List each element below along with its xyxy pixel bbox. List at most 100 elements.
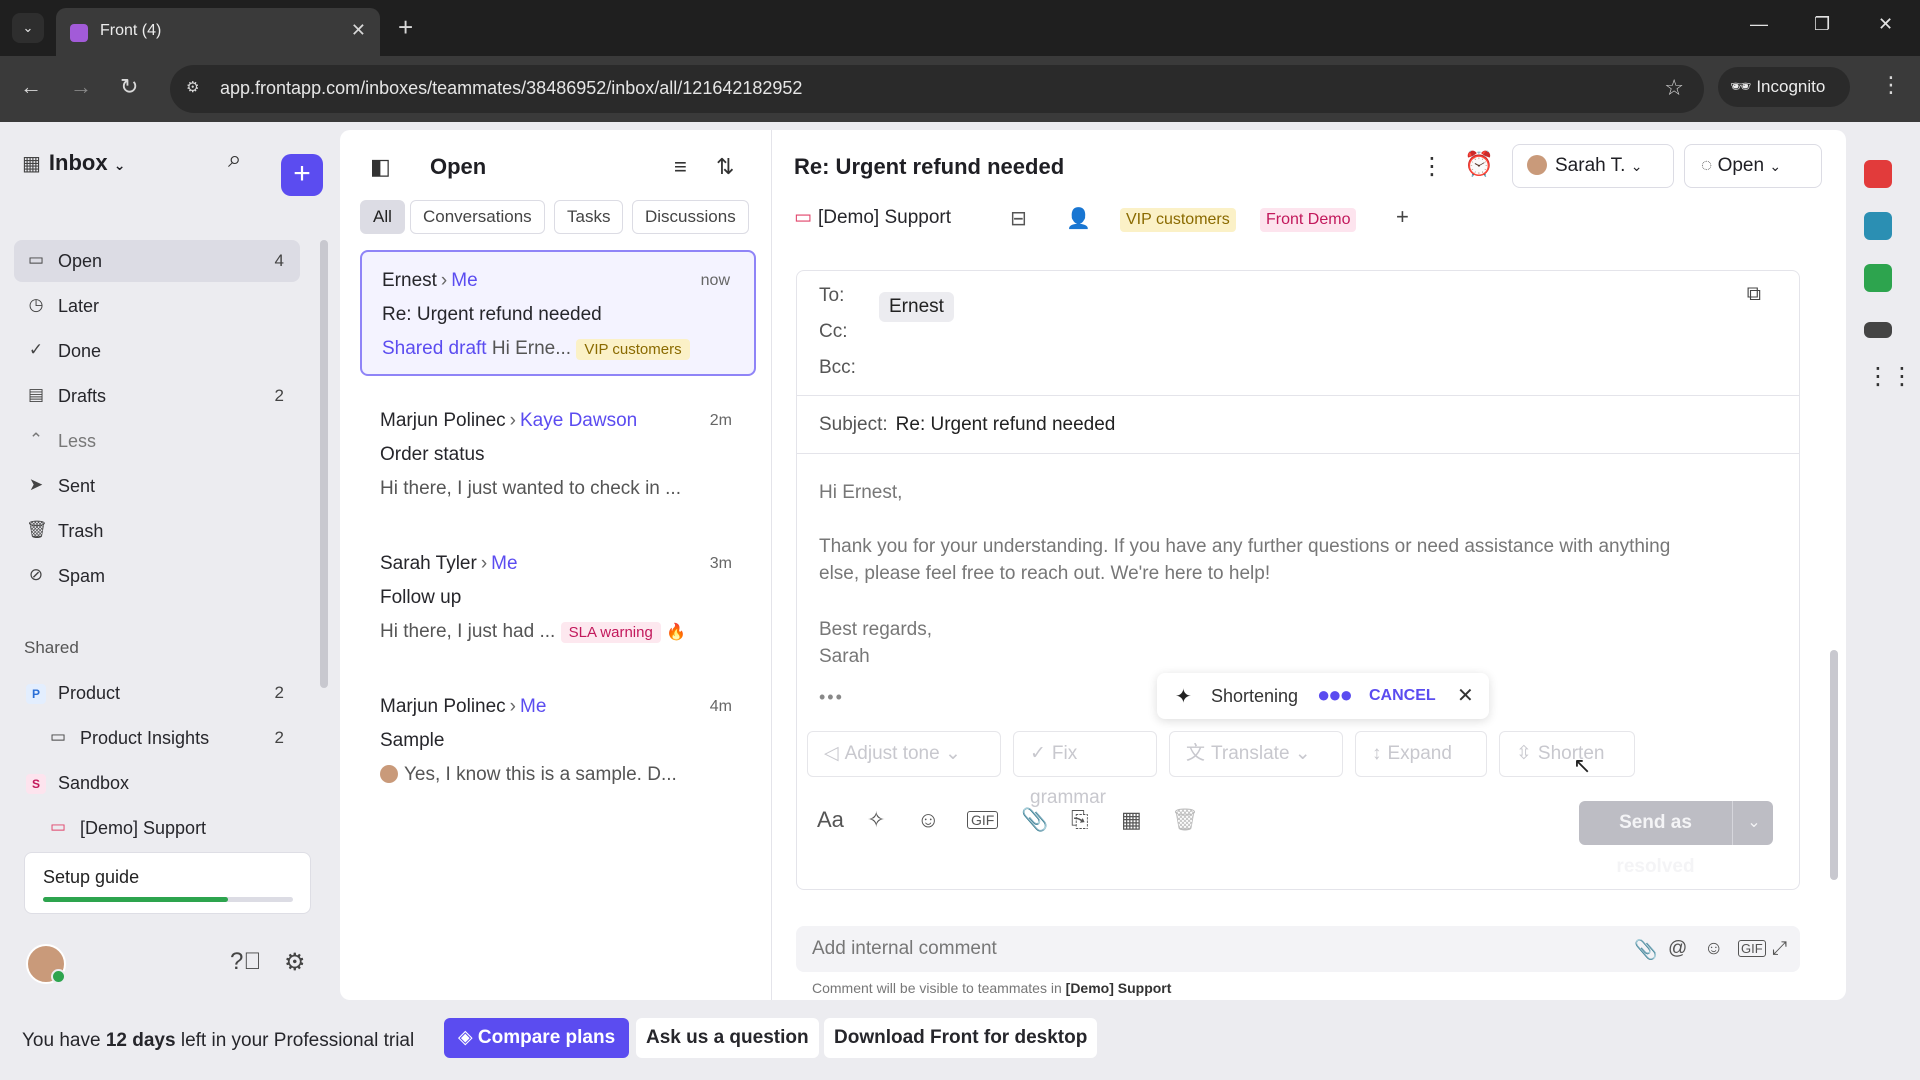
sort-icon[interactable]: ⇅ [716,154,734,180]
send-as-resolved-button[interactable]: Send as resolved [1579,801,1733,877]
sidebar-item-demo-support[interactable]: ▭ [Demo] Support [14,807,300,849]
schedule-calendar-icon[interactable]: ▦ [1121,807,1142,833]
expand-icon[interactable]: ⤢ [1772,938,1787,960]
new-tab-button[interactable]: + [398,12,413,42]
toggle-sidebar-icon[interactable]: ◧ [370,154,391,180]
inbox-switcher[interactable]: ▦ Inbox ⌄ [22,150,125,176]
internal-comment-box[interactable]: Add internal comment 📎 @ ☺ GIF ⤢ [796,926,1800,972]
add-contact-icon[interactable]: 👤 [1066,206,1091,231]
search-icon[interactable]: ⌕ [228,146,241,174]
more-options-icon[interactable]: ⋮ [1420,152,1444,181]
browser-tab[interactable]: Front (4) ✕ [56,8,380,56]
shorten-button[interactable]: ⇳ Shorten [1499,731,1635,777]
conversation-item[interactable]: Sarah Tyler › Me 3m Follow up Hi there, I … [360,535,756,661]
close-window-icon[interactable]: ✕ [1878,14,1893,35]
show-quoted-icon[interactable]: ••• [819,687,844,708]
subject-field[interactable]: Subject: Re: Urgent refund needed [819,414,1115,436]
sidebar-item-spam[interactable]: ⊘ Spam [14,555,300,597]
close-tab-icon[interactable]: ✕ [351,20,366,41]
close-icon[interactable]: ✕ [1457,683,1474,708]
tag-vip-customers[interactable]: VIP customers [1120,208,1236,232]
gif-icon[interactable]: GIF [967,811,999,829]
comment-placeholder[interactable]: Add internal comment [812,938,997,960]
mention-icon[interactable]: @ [1668,938,1687,960]
ai-sparkle-icon[interactable]: ✧ [867,807,885,833]
incognito-indicator[interactable]: 🕶 Incognito [1718,67,1850,107]
filter-chip-discussions[interactable]: Discussions [632,200,749,234]
filter-chip-conversations[interactable]: Conversations [410,200,545,234]
body-greeting[interactable]: Hi Ernest, [819,479,902,506]
body-line-2[interactable]: else, please feel free to reach out. We'… [819,560,1270,587]
user-avatar[interactable] [26,944,66,984]
emoji-icon[interactable]: ☺ [1704,938,1723,960]
discard-trash-icon[interactable]: 🗑 [1171,807,1199,833]
attachment-icon[interactable]: 📎 [1021,807,1048,833]
conversation-item[interactable]: Marjun Polinec › Me 4m Sample Yes, I know … [360,678,756,804]
cc-field[interactable]: Cc: [819,321,848,343]
body-line-1[interactable]: Thank you for your understanding. If you… [819,533,1670,560]
attachment-icon[interactable]: 📎 [1634,938,1658,962]
translate-button[interactable]: 文 Translate ⌄ [1169,731,1343,777]
keyboard-app-icon[interactable] [1864,322,1892,338]
assignee-dropdown[interactable]: Sarah T. ⌄ [1512,144,1674,188]
fix-grammar-button[interactable]: ✓ Fix grammar [1013,731,1157,808]
compare-plans-button[interactable]: ◈ Compare plans [444,1018,630,1058]
sidebar-item-product[interactable]: P Product 2 [14,672,300,714]
sidebar-item-trash[interactable]: 🗑 Trash [14,510,300,552]
to-field[interactable]: To: Ernest [819,285,954,322]
restore-icon[interactable]: ❐ [1814,14,1830,35]
help-icon[interactable]: ?⃝ [230,948,261,976]
sidebar-item-less[interactable]: ⌃ Less [14,420,300,462]
sidebar-item-sandbox[interactable]: S Sandbox [14,762,300,804]
filter-icon[interactable]: ≡ [674,154,687,180]
ticket-icon[interactable]: ⊟ [1010,206,1027,231]
browser-menu-icon[interactable]: ⋮ [1880,72,1902,98]
status-dropdown[interactable]: ◌ Open ⌄ [1684,144,1822,188]
sidebar-item-drafts[interactable]: ▤ Drafts 2 [14,375,300,417]
calendar-app-icon[interactable] [1864,160,1892,188]
bookmark-star-icon[interactable]: ☆ [1664,75,1684,101]
inbox-label[interactable]: ▭ [Demo] Support [794,206,951,229]
compose-button[interactable]: + [281,154,323,196]
conversation-item[interactable]: Marjun Polinec › Kaye Dawson 2m Order stat… [360,392,756,518]
filter-chip-tasks[interactable]: Tasks [554,200,624,234]
url-text[interactable]: app.frontapp.com/inboxes/teammates/38486… [220,78,802,99]
back-icon[interactable]: ← [20,74,42,100]
filter-chip-all[interactable]: All [360,200,405,234]
text-format-icon[interactable]: Aa [817,807,844,833]
sidebar-item-open[interactable]: ▭ Open 4 [14,240,300,282]
sidebar-item-done[interactable]: ✓ Done [14,330,300,372]
reload-icon[interactable]: ↻ [120,74,138,100]
adjust-tone-button[interactable]: ◁ Adjust tone ⌄ [807,731,1001,777]
bcc-field[interactable]: Bcc: [819,357,856,379]
popout-icon[interactable]: ⧉ [1747,283,1761,306]
sidebar-item-later[interactable]: ◷ Later [14,285,300,327]
forward-icon[interactable]: → [70,74,92,100]
book-app-icon[interactable] [1864,264,1892,292]
download-desktop-button[interactable]: Download Front for desktop [824,1018,1098,1058]
minimize-icon[interactable]: — [1750,14,1768,35]
sidebar-item-sent[interactable]: ➤ Sent [14,465,300,507]
settings-gear-icon[interactable]: ⚙ [284,948,306,977]
sidebar-item-product-insights[interactable]: ▭ Product Insights 2 [14,717,300,759]
address-bar[interactable]: ⚙ app.frontapp.com/inboxes/teammates/384… [170,65,1704,113]
tab-search-button[interactable]: ⌄ [12,13,44,43]
template-icon[interactable]: ⎘ [1071,807,1089,833]
body-signoff[interactable]: Best regards, [819,616,932,643]
ask-question-button[interactable]: Ask us a question [636,1018,819,1058]
contacts-app-icon[interactable] [1864,212,1892,240]
conversation-item[interactable]: Ernest › Me now Re: Urgent refund needed S… [360,250,756,376]
ai-cancel-button[interactable]: CANCEL [1369,687,1436,705]
recipient-chip[interactable]: Ernest [879,292,954,322]
emoji-icon[interactable]: ☺ [917,807,939,833]
send-options-chevron-icon[interactable]: ⌄ [1735,801,1773,845]
apps-grid-icon[interactable]: ⋮⋮⋮ [1866,362,1920,391]
snooze-alarm-icon[interactable]: ⏰ [1464,150,1494,179]
setup-guide[interactable]: Setup guide [24,852,311,914]
tag-front-demo[interactable]: Front Demo [1260,208,1357,232]
message-scrollbar[interactable] [1830,650,1838,880]
sidebar-scrollbar[interactable] [320,240,328,688]
expand-button[interactable]: ↕ Expand [1355,731,1487,777]
body-signature[interactable]: Sarah [819,643,870,670]
site-info-icon[interactable]: ⚙ [186,78,199,96]
